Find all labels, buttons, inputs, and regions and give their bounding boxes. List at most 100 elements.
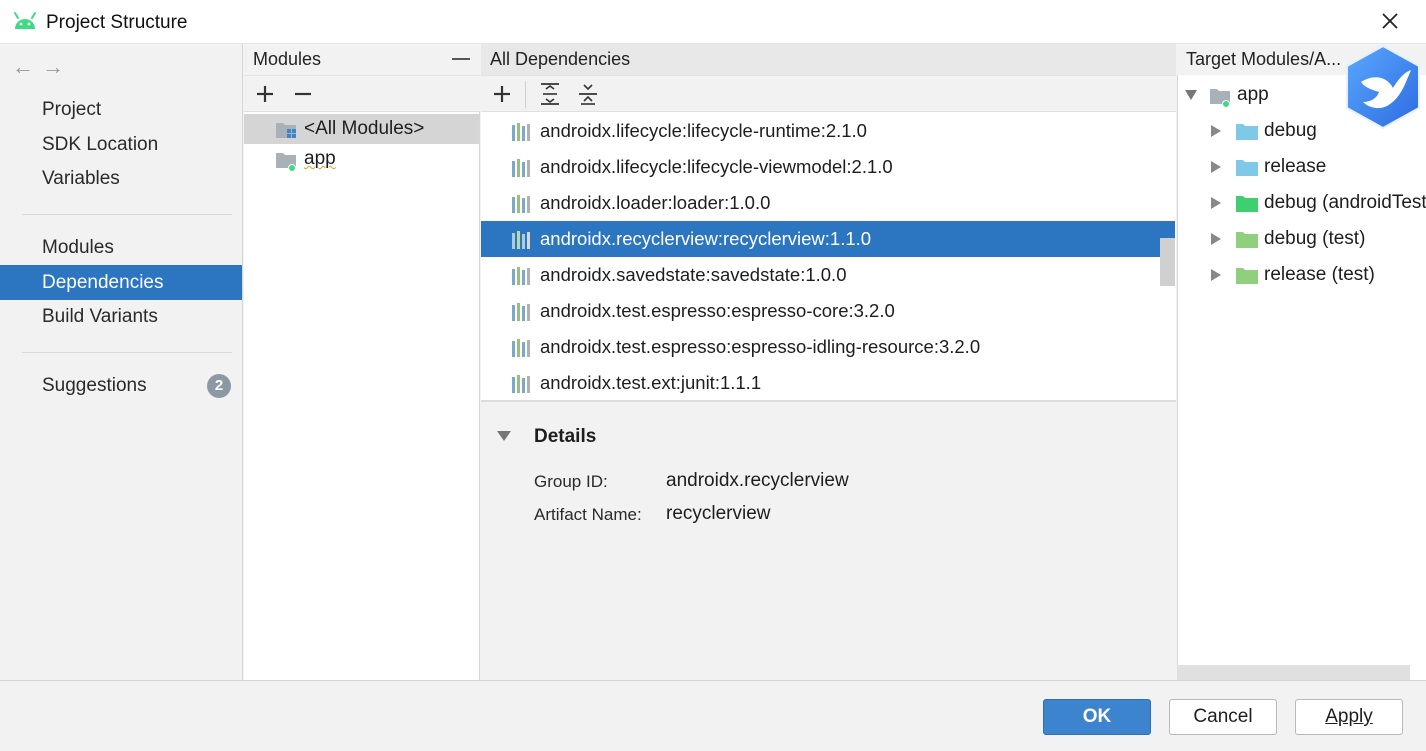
group-id-label: Group ID: <box>534 472 608 491</box>
dialog-footer: OK Cancel Apply <box>0 680 1426 751</box>
folder-icon <box>1236 124 1258 140</box>
folder-icon <box>1236 196 1258 212</box>
minimize-icon[interactable] <box>452 58 472 62</box>
dependency-label: androidx.recyclerview:recyclerview:1.1.0 <box>540 228 872 249</box>
expanded-arrow-icon[interactable] <box>1184 89 1198 101</box>
modules-toolbar <box>244 75 480 112</box>
target-modules-tree: app debug release debug (androidTest) de… <box>1177 75 1426 680</box>
folder-icon <box>1236 268 1258 284</box>
android-icon <box>14 12 36 29</box>
back-arrow-icon[interactable]: ← <box>12 54 42 80</box>
tree-item-debug-android-test[interactable]: debug (androidTest) <box>1178 185 1426 221</box>
tree-item-debug-test[interactable]: debug (test) <box>1178 221 1426 257</box>
dependency-row[interactable]: androidx.loader:loader:1.0.0 <box>481 185 1161 221</box>
add-dependency-icon[interactable] <box>489 81 515 107</box>
dependencies-header: All Dependencies <box>481 44 1176 75</box>
folder-icon <box>1236 232 1258 248</box>
dependencies-toolbar <box>481 75 1176 112</box>
library-icon <box>512 303 530 321</box>
collapse-all-icon[interactable] <box>575 81 601 107</box>
sidebar-item-label: Suggestions <box>42 375 147 396</box>
sidebar-divider <box>22 214 232 215</box>
bird-logo-icon <box>1346 44 1420 130</box>
module-item-all[interactable]: <All Modules> <box>244 114 479 144</box>
tree-label: debug <box>1264 120 1317 141</box>
library-icon <box>512 231 530 249</box>
library-icon <box>512 159 530 177</box>
target-horizontal-scrollbar[interactable] <box>1177 665 1410 680</box>
dependency-row[interactable]: androidx.lifecycle:lifecycle-viewmodel:2… <box>481 149 1161 185</box>
forward-arrow-icon[interactable]: → <box>42 54 72 80</box>
window-title: Project Structure <box>46 12 188 33</box>
suggestions-count-badge: 2 <box>207 374 231 398</box>
folder-icon <box>1236 160 1258 176</box>
artifact-name-value: recyclerview <box>666 503 771 524</box>
dependency-label: androidx.test.ext:junit:1.1.1 <box>540 372 762 393</box>
add-module-icon[interactable] <box>252 81 278 107</box>
dependency-label: androidx.test.espresso:espresso-core:3.2… <box>540 300 895 321</box>
sidebar-item-suggestions[interactable]: Suggestions 2 <box>0 368 242 403</box>
library-icon <box>512 375 530 393</box>
sidebar-item-modules[interactable]: Modules <box>0 230 242 265</box>
sidebar-item-sdk-location[interactable]: SDK Location <box>0 127 242 162</box>
tree-label: release (test) <box>1264 264 1375 285</box>
ok-button[interactable]: OK <box>1043 699 1151 735</box>
dependency-row[interactable]: androidx.test.ext:junit:1.1.1 <box>481 365 1161 400</box>
collapsed-arrow-icon[interactable] <box>1210 124 1222 138</box>
details-panel: Details Group ID: androidx.recyclerview … <box>481 400 1176 680</box>
library-icon <box>512 123 530 141</box>
modules-header: Modules <box>244 44 480 75</box>
close-icon[interactable] <box>1378 9 1402 33</box>
library-icon <box>512 267 530 285</box>
dependency-row[interactable]: androidx.savedstate:savedstate:1.0.0 <box>481 257 1161 293</box>
library-icon <box>512 339 530 357</box>
module-item-app[interactable]: app <box>244 144 479 174</box>
sidebar-item-project[interactable]: Project <box>0 92 242 127</box>
collapsed-arrow-icon[interactable] <box>1210 160 1222 174</box>
dependency-label: androidx.lifecycle:lifecycle-viewmodel:2… <box>540 156 893 177</box>
sidebar-item-build-variants[interactable]: Build Variants <box>0 299 242 334</box>
tree-label: release <box>1264 156 1327 177</box>
collapsed-arrow-icon[interactable] <box>1210 268 1222 282</box>
all-modules-icon <box>276 123 296 138</box>
collapsed-arrow-icon[interactable] <box>1210 232 1222 246</box>
dependencies-scrollbar[interactable] <box>1160 238 1175 286</box>
dependency-row-selected[interactable]: androidx.recyclerview:recyclerview:1.1.0 <box>481 221 1175 257</box>
sidebar-divider <box>22 352 232 353</box>
library-icon <box>512 195 530 213</box>
tree-item-release-test[interactable]: release (test) <box>1178 257 1426 293</box>
cancel-button[interactable]: Cancel <box>1169 699 1277 735</box>
details-title: Details <box>534 426 597 447</box>
sidebar-item-dependencies[interactable]: Dependencies <box>0 265 242 300</box>
dependency-row[interactable]: androidx.lifecycle:lifecycle-runtime:2.1… <box>481 113 1161 149</box>
tree-label: app <box>1237 84 1269 105</box>
apply-button[interactable]: Apply <box>1295 699 1403 735</box>
collapse-triangle-icon[interactable] <box>496 430 512 442</box>
dependency-label: androidx.savedstate:savedstate:1.0.0 <box>540 264 847 285</box>
dependency-label: androidx.lifecycle:lifecycle-runtime:2.1… <box>540 120 867 141</box>
dependency-label: androidx.loader:loader:1.0.0 <box>540 192 771 213</box>
toolbar-divider <box>525 81 526 108</box>
expand-all-icon[interactable] <box>537 81 563 107</box>
title-bar: Project Structure <box>0 0 1426 44</box>
artifact-name-label: Artifact Name: <box>534 505 642 524</box>
dependency-row[interactable]: androidx.test.espresso:espresso-core:3.2… <box>481 293 1161 329</box>
dependency-row[interactable]: androidx.test.espresso:espresso-idling-r… <box>481 329 1161 365</box>
module-folder-icon <box>276 153 296 172</box>
modules-list: <All Modules> app <box>244 112 480 680</box>
tree-item-release[interactable]: release <box>1178 149 1426 185</box>
tree-label: debug (test) <box>1264 228 1366 249</box>
module-folder-icon <box>1210 89 1230 108</box>
module-label: <All Modules> <box>304 118 425 139</box>
dependencies-list: androidx.lifecycle:lifecycle-runtime:2.1… <box>481 112 1176 400</box>
modules-header-label: Modules <box>253 49 322 69</box>
dependency-label: androidx.test.espresso:espresso-idling-r… <box>540 336 981 357</box>
history-nav: ← → <box>12 54 72 80</box>
remove-module-icon[interactable] <box>290 81 316 107</box>
module-label: app <box>304 148 336 169</box>
sidebar-item-variables[interactable]: Variables <box>0 161 242 196</box>
collapsed-arrow-icon[interactable] <box>1210 196 1222 210</box>
tree-label: debug (androidTest) <box>1264 192 1426 213</box>
sidebar: ← → Project SDK Location Variables Module… <box>0 44 243 680</box>
group-id-value: androidx.recyclerview <box>666 470 849 491</box>
